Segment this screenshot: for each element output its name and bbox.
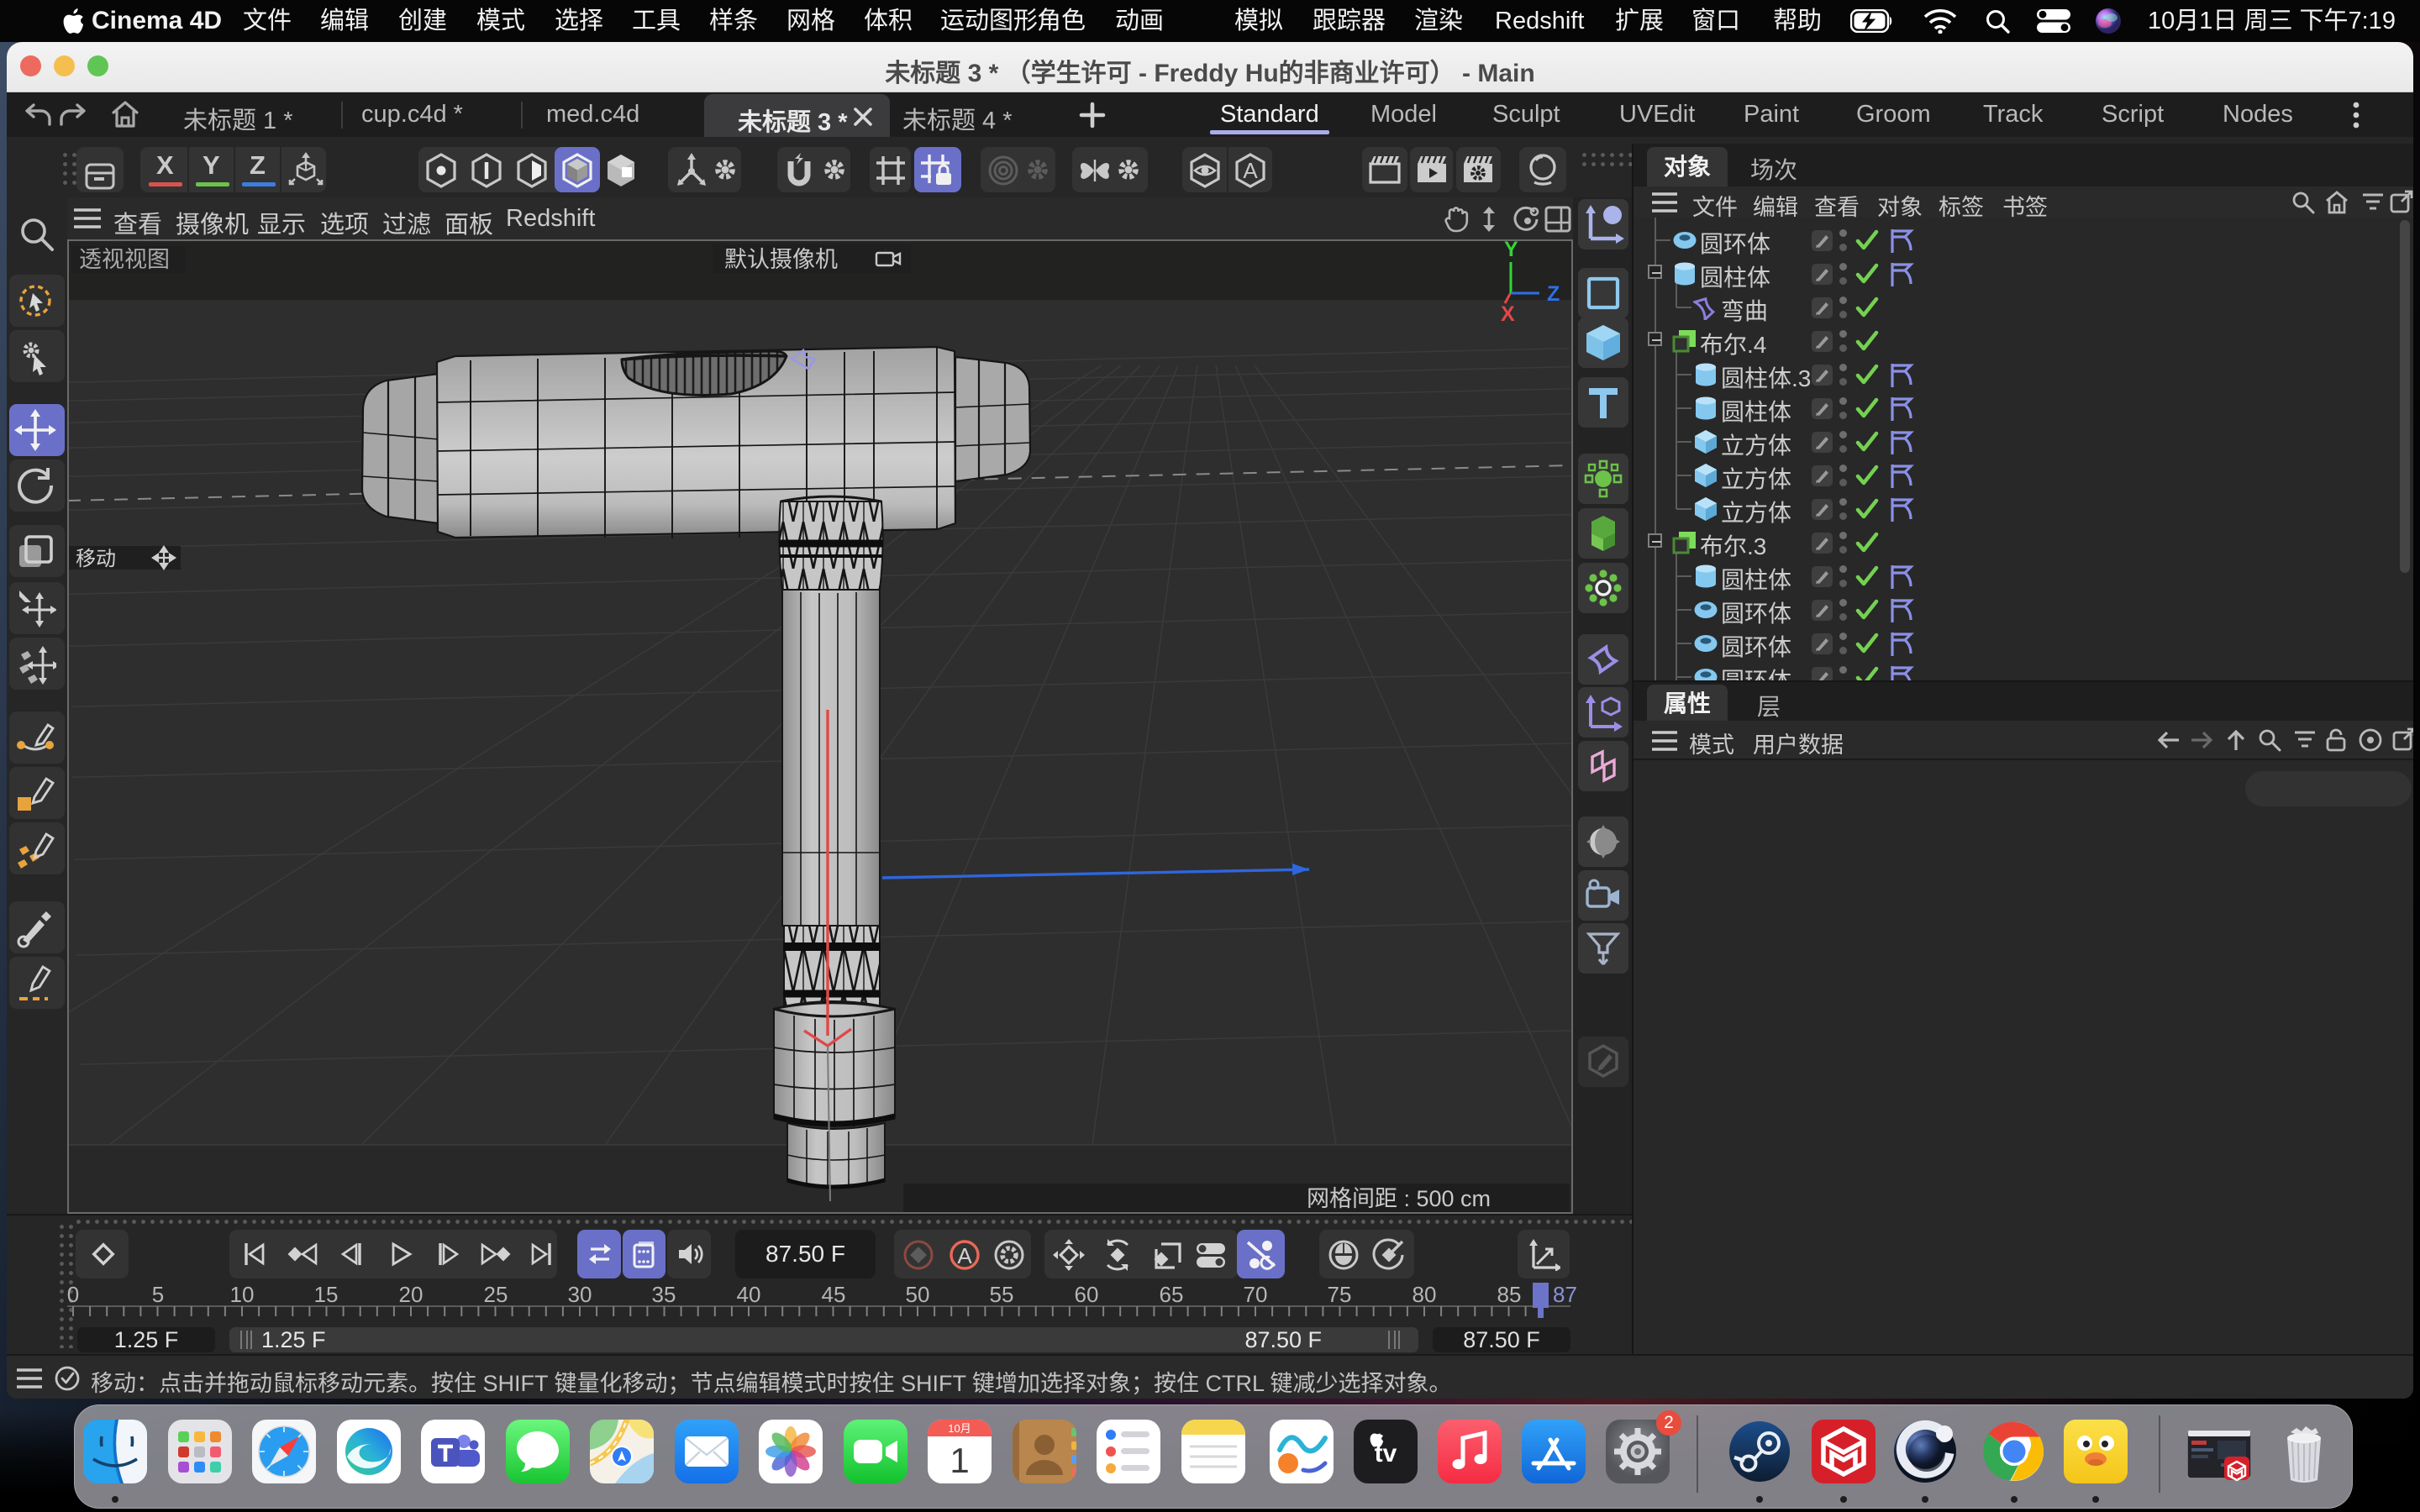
svg-text:Z: Z bbox=[1547, 282, 1560, 306]
svg-text:55: 55 bbox=[990, 1283, 1014, 1307]
svg-text:A: A bbox=[957, 1243, 972, 1268]
svg-text:80: 80 bbox=[1413, 1283, 1437, 1307]
svg-text:10月: 10月 bbox=[948, 1422, 971, 1435]
svg-text:X: X bbox=[1501, 302, 1515, 326]
svg-text:75: 75 bbox=[1328, 1283, 1352, 1307]
svg-text:70: 70 bbox=[1244, 1283, 1268, 1307]
svg-text:85: 85 bbox=[1497, 1283, 1522, 1307]
svg-text:Y: Y bbox=[1504, 239, 1518, 261]
svg-text:默认摄像机: 默认摄像机 bbox=[724, 247, 838, 272]
svg-text:40: 40 bbox=[737, 1283, 761, 1307]
svg-text:1: 1 bbox=[950, 1441, 969, 1480]
svg-text:10: 10 bbox=[230, 1283, 255, 1307]
svg-text:87: 87 bbox=[1553, 1283, 1577, 1307]
svg-text:30: 30 bbox=[568, 1283, 592, 1307]
svg-text:25: 25 bbox=[484, 1283, 508, 1307]
svg-text:50: 50 bbox=[906, 1283, 930, 1307]
svg-text:60: 60 bbox=[1075, 1283, 1099, 1307]
svg-text:15: 15 bbox=[314, 1283, 339, 1307]
svg-text:45: 45 bbox=[822, 1283, 846, 1307]
svg-text:透视视图: 透视视图 bbox=[79, 247, 170, 272]
svg-text:A: A bbox=[1243, 158, 1258, 183]
svg-text:移动: 移动 bbox=[76, 548, 116, 570]
svg-text:20: 20 bbox=[399, 1283, 424, 1307]
svg-text:35: 35 bbox=[652, 1283, 676, 1307]
svg-text:65: 65 bbox=[1160, 1283, 1184, 1307]
svg-text:网格间距 : 500 cm: 网格间距 : 500 cm bbox=[1307, 1186, 1491, 1211]
svg-text:5: 5 bbox=[152, 1283, 164, 1307]
svg-text:0: 0 bbox=[67, 1283, 79, 1307]
